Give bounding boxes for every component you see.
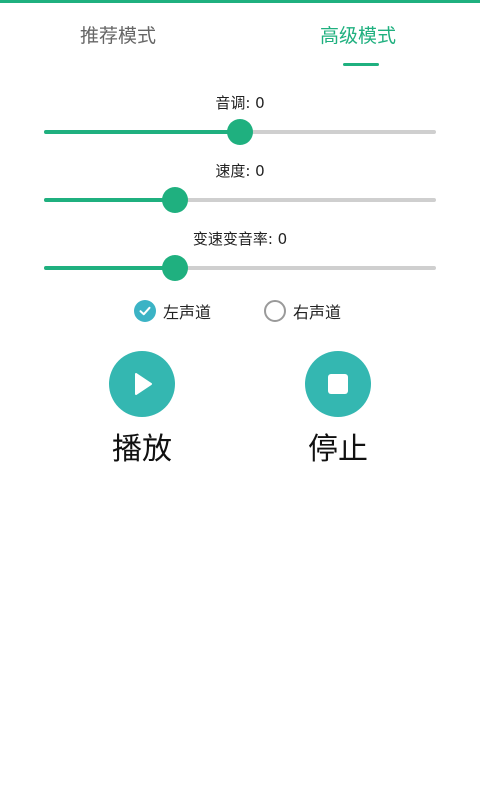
speed-slider[interactable] [44, 187, 436, 213]
tab-active-indicator [343, 63, 379, 66]
radio-unchecked-indicator [264, 300, 286, 322]
tab-advanced-mode[interactable]: 高级模式 [320, 21, 396, 48]
speed-slider-thumb[interactable] [162, 187, 189, 213]
stop-button[interactable] [305, 351, 371, 417]
channel-options: 左声道 右声道 [0, 298, 480, 324]
check-icon [139, 306, 151, 316]
mode-tabs: 推荐模式 高级模式 [0, 3, 480, 67]
rate-slider[interactable] [44, 255, 436, 281]
pitch-slider-thumb[interactable] [227, 119, 253, 145]
rate-slider-fill [44, 266, 176, 270]
tab-recommend-mode[interactable]: 推荐模式 [80, 21, 156, 48]
right-channel-label: 右声道 [293, 303, 342, 322]
stop-icon [328, 374, 348, 394]
rate-label: 变速变音率: 0 [192, 230, 288, 248]
radio-checked-indicator [134, 300, 156, 322]
rate-slider-thumb[interactable] [162, 255, 189, 281]
play-icon [135, 373, 152, 395]
pitch-label: 音调: 0 [215, 94, 265, 112]
speed-label: 速度: 0 [215, 162, 265, 180]
play-label: 播放 [112, 432, 172, 467]
left-channel-radio[interactable]: 左声道 [134, 298, 211, 324]
left-channel-label: 左声道 [163, 303, 212, 322]
speed-slider-fill [44, 198, 176, 202]
pitch-slider-fill [44, 130, 240, 134]
stop-label: 停止 [308, 432, 368, 467]
pitch-slider[interactable] [44, 119, 436, 145]
play-button[interactable] [109, 351, 175, 417]
right-channel-radio[interactable]: 右声道 [264, 298, 341, 324]
